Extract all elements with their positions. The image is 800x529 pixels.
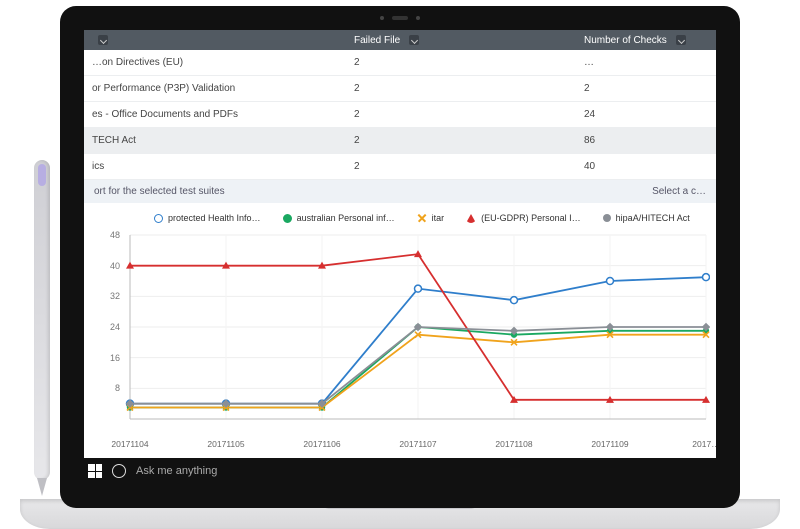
taskbar-search-placeholder[interactable]: Ask me anything [136, 465, 217, 477]
legend-label: (EU-GDPR) Personal I… [481, 213, 581, 223]
cell-name: ics [84, 161, 354, 172]
col-name[interactable] [84, 35, 354, 46]
cortana-icon[interactable] [112, 464, 126, 478]
windows-taskbar[interactable]: Ask me anything [84, 458, 716, 484]
chart-legend: protected Health Info… australian Persona… [84, 203, 716, 227]
cell-name: …on Directives (EU) [84, 57, 354, 68]
chart: 48403224168 2017110420171105201711062017… [90, 229, 710, 441]
col-failed-label: Failed File [354, 35, 400, 46]
legend-item[interactable]: itar [417, 213, 445, 223]
legend-label: hipaA/HITECH Act [616, 213, 690, 223]
cell-checks: … [584, 57, 716, 68]
table-row[interactable]: …on Directives (EU)2… [84, 50, 716, 76]
col-failed[interactable]: Failed File [354, 35, 584, 46]
table-row[interactable]: ics240 [84, 154, 716, 180]
chart-plot [90, 229, 710, 441]
legend-marker-icon [466, 214, 476, 223]
x-tick-label: 20171107 [399, 439, 436, 449]
x-tick-label: 20171105 [207, 439, 244, 449]
legend-marker-icon [154, 214, 163, 223]
x-tick-label: 2017… [692, 439, 716, 449]
windows-start-icon[interactable] [88, 464, 102, 478]
legend-label: itar [432, 213, 445, 223]
table-row[interactable]: TECH Act286 [84, 128, 716, 154]
screen: Failed File Number of Checks …on Directi… [84, 30, 716, 484]
table-header: Failed File Number of Checks [84, 30, 716, 50]
section-toolbar-left: ort for the selected test suites [94, 186, 225, 197]
section-toolbar: ort for the selected test suites Select … [84, 180, 716, 203]
cell-checks: 2 [584, 83, 716, 94]
legend-marker-icon [283, 214, 292, 223]
legend-item[interactable]: hipaA/HITECH Act [603, 213, 690, 223]
cell-name: or Performance (P3P) Validation [84, 83, 354, 94]
cell-checks: 86 [584, 135, 716, 146]
legend-item[interactable]: (EU-GDPR) Personal I… [466, 213, 581, 223]
x-tick-label: 20171106 [303, 439, 340, 449]
legend-marker-icon [417, 213, 427, 223]
cell-name: TECH Act [84, 135, 354, 146]
cell-checks: 40 [584, 161, 716, 172]
cell-failed: 2 [354, 135, 584, 146]
chevron-down-icon[interactable] [98, 35, 108, 45]
col-checks-label: Number of Checks [584, 35, 667, 46]
cell-failed: 2 [354, 57, 584, 68]
table-row[interactable]: or Performance (P3P) Validation22 [84, 76, 716, 102]
cell-checks: 24 [584, 109, 716, 120]
chevron-down-icon[interactable] [676, 35, 686, 45]
x-tick-label: 20171109 [591, 439, 628, 449]
legend-marker-icon [601, 212, 612, 223]
legend-item[interactable]: australian Personal inf… [283, 213, 395, 223]
x-tick-label: 20171108 [495, 439, 532, 449]
table-row[interactable]: es - Office Documents and PDFs224 [84, 102, 716, 128]
section-toolbar-right[interactable]: Select a c… [652, 186, 706, 197]
stylus [34, 160, 50, 480]
legend-label: australian Personal inf… [297, 213, 395, 223]
laptop-frame: Failed File Number of Checks …on Directi… [60, 6, 740, 508]
legend-label: protected Health Info… [168, 213, 261, 223]
cell-failed: 2 [354, 161, 584, 172]
cell-name: es - Office Documents and PDFs [84, 109, 354, 120]
cell-failed: 2 [354, 109, 584, 120]
legend-item[interactable]: protected Health Info… [154, 213, 261, 223]
col-checks[interactable]: Number of Checks [584, 35, 716, 46]
chevron-down-icon[interactable] [409, 35, 419, 45]
camera-cluster [380, 16, 420, 20]
table-body: …on Directives (EU)2…or Performance (P3P… [84, 50, 716, 180]
cell-failed: 2 [354, 83, 584, 94]
x-tick-label: 20171104 [111, 439, 148, 449]
